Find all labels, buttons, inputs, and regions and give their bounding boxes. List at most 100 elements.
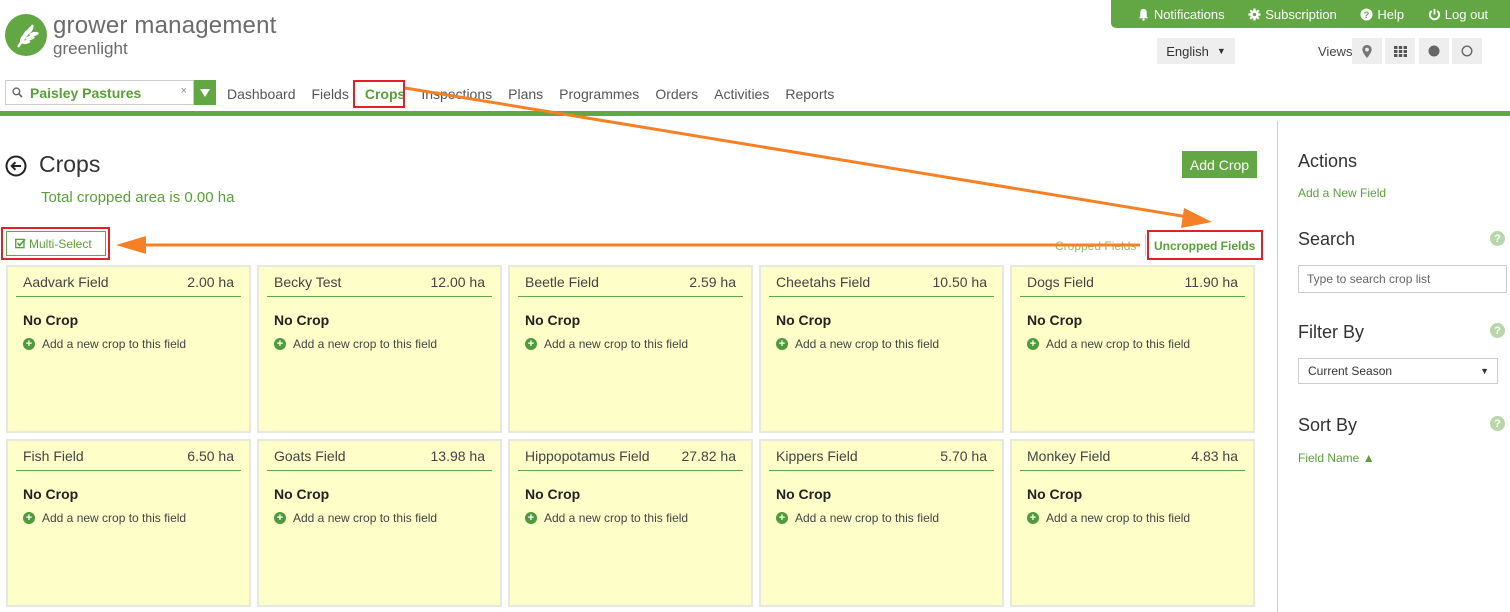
search-help-icon[interactable]: ? [1490,231,1505,246]
nav-fields[interactable]: Fields [312,86,349,102]
field-name: Becky Test [274,274,342,290]
add-crop-button[interactable]: Add Crop [1182,151,1257,178]
field-card[interactable]: Monkey Field 4.83 ha No Crop + Add a new c… [1010,439,1255,607]
crop-status: No Crop [1027,486,1083,502]
language-select[interactable]: English ▼ [1157,38,1235,64]
nav-activities[interactable]: Activities [714,86,769,102]
add-crop-label: Add a new crop to this field [1046,511,1191,525]
plus-circle-icon: + [1027,512,1039,524]
nav-divider [0,111,1510,116]
field-area: 2.59 ha [689,274,736,290]
sidebar-divider [1277,121,1278,612]
crop-status: No Crop [274,312,330,328]
nav-orders[interactable]: Orders [655,86,698,102]
main-nav: Dashboard Fields Crops Inspections Plans… [227,86,850,102]
add-crop-label: Add a new crop to this field [1046,337,1191,351]
field-card[interactable]: Goats Field 13.98 ha No Crop + Add a new c… [257,439,502,607]
add-crop-link[interactable]: + Add a new crop to this field [23,511,241,525]
field-area: 13.98 ha [430,448,486,464]
add-crop-label: Add a new crop to this field [544,511,689,525]
logout-label: Log out [1444,6,1489,22]
plus-circle-icon: + [23,512,35,524]
nav-inspections[interactable]: Inspections [421,86,492,102]
filter-select[interactable]: Current Season ▼ [1298,358,1498,384]
map-pin-icon [1362,44,1372,58]
crop-status: No Crop [776,486,832,502]
add-crop-label: Add a new crop to this field [293,511,438,525]
nav-reports[interactable]: Reports [785,86,834,102]
add-crop-link[interactable]: + Add a new crop to this field [274,511,492,525]
logout-link[interactable]: Log out [1428,7,1488,22]
add-crop-link[interactable]: + Add a new crop to this field [525,337,743,351]
nav-crops[interactable]: Crops [365,86,405,102]
map-pin-view-button[interactable] [1352,38,1382,64]
notifications-label: Notifications [1153,6,1225,22]
help-link[interactable]: ? Help [1360,7,1404,22]
field-card-grid: Aadvark Field 2.00 ha No Crop + Add a new … [6,265,1257,607]
filled-circle-icon [1428,45,1440,57]
field-card[interactable]: Aadvark Field 2.00 ha No Crop + Add a new … [6,265,251,433]
field-name: Kippers Field [776,448,858,464]
nav-programmes[interactable]: Programmes [559,86,639,102]
notifications-link[interactable]: Notifications [1137,7,1225,22]
check-square-icon [15,238,26,249]
farm-dropdown-button[interactable] [194,80,216,105]
crop-status: No Crop [1027,312,1083,328]
field-name: Goats Field [274,448,346,464]
add-new-field-link[interactable]: Add a New Field [1298,186,1386,200]
field-name: Aadvark Field [23,274,109,290]
multi-select-button[interactable]: Multi-Select [6,231,106,256]
tab-uncropped-fields[interactable]: Uncropped Fields [1154,239,1255,253]
brand-logo[interactable] [5,14,47,56]
nav-dashboard[interactable]: Dashboard [227,86,296,102]
brand-title: grower management [53,12,277,39]
annotation-arrow-to-multi-select [116,236,1140,254]
filter-value: Current Season [1308,364,1393,378]
field-area: 10.50 ha [932,274,988,290]
add-crop-link[interactable]: + Add a new crop to this field [1027,337,1245,351]
filter-heading: Filter By [1298,322,1365,342]
field-card[interactable]: Dogs Field 11.90 ha No Crop + Add a new cr… [1010,265,1255,433]
grid-view-button[interactable] [1385,38,1415,64]
field-card[interactable]: Becky Test 12.00 ha No Crop + Add a new cr… [257,265,502,433]
crop-search-input[interactable] [1298,265,1507,293]
back-button[interactable] [5,155,27,182]
wheat-leaf-icon [17,24,39,48]
farm-select[interactable]: Paisley Pastures × [5,80,194,105]
sort-field-name-link[interactable]: Field Name ▲ [1298,451,1375,465]
empty-circle-view-button[interactable] [1452,38,1482,64]
field-area: 2.00 ha [187,274,234,290]
add-crop-link[interactable]: + Add a new crop to this field [525,511,743,525]
field-area: 11.90 ha [1184,274,1238,290]
arrow-circle-left-icon [5,155,27,177]
add-crop-link[interactable]: + Add a new crop to this field [23,337,241,351]
field-area: 4.83 ha [1191,448,1238,464]
field-card[interactable]: Cheetahs Field 10.50 ha No Crop + Add a ne… [759,265,1004,433]
field-card[interactable]: Fish Field 6.50 ha No Crop + Add a new cro… [6,439,251,607]
tab-separator [1145,234,1146,256]
filled-circle-view-button[interactable] [1419,38,1449,64]
nav-plans[interactable]: Plans [508,86,543,102]
question-circle-icon: ? [1360,7,1373,21]
field-name: Hippopotamus Field [525,448,650,464]
field-card[interactable]: Beetle Field 2.59 ha No Crop + Add a new c… [508,265,753,433]
clear-farm-icon[interactable]: × [181,85,187,97]
field-name: Dogs Field [1027,274,1094,290]
add-crop-link[interactable]: + Add a new crop to this field [1027,511,1245,525]
add-crop-link[interactable]: + Add a new crop to this field [274,337,492,351]
add-crop-link[interactable]: + Add a new crop to this field [776,511,994,525]
caret-down-icon [200,88,210,97]
crop-status: No Crop [525,486,581,502]
power-icon [1428,8,1440,20]
subscription-link[interactable]: Subscription [1248,7,1337,22]
field-name: Fish Field [23,448,84,464]
filter-help-icon[interactable]: ? [1490,323,1505,338]
plus-circle-icon: + [776,338,788,350]
svg-text:?: ? [1364,9,1370,19]
tab-cropped-fields[interactable]: Cropped Fields [1055,239,1136,253]
add-crop-link[interactable]: + Add a new crop to this field [776,337,994,351]
field-card[interactable]: Kippers Field 5.70 ha No Crop + Add a new … [759,439,1004,607]
plus-circle-icon: + [776,512,788,524]
sort-help-icon[interactable]: ? [1490,416,1505,431]
field-card[interactable]: Hippopotamus Field 27.82 ha No Crop + Add … [508,439,753,607]
